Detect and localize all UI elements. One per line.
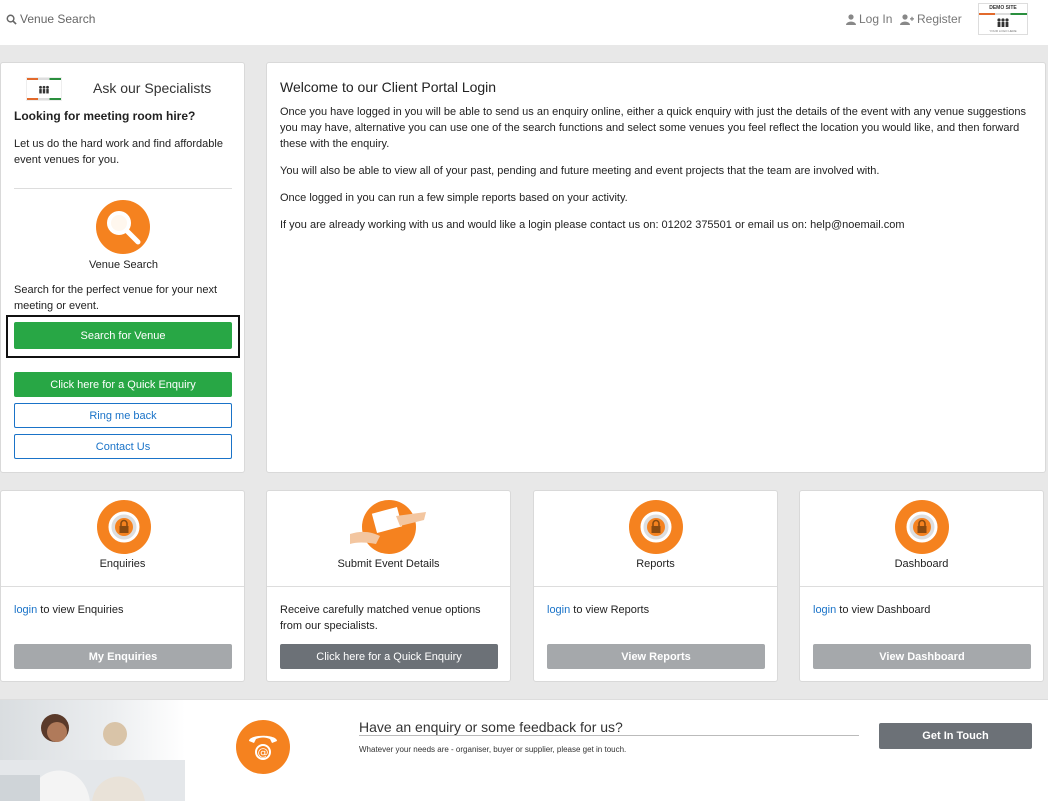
reports-badge bbox=[629, 500, 683, 554]
venue-search-label: Venue Search bbox=[88, 259, 159, 271]
lock-icon bbox=[906, 511, 938, 543]
banner-title: Have an enquiry or some feedback for us? bbox=[359, 719, 623, 735]
quick-enquiry-button[interactable]: Click here for a Quick Enquiry bbox=[14, 372, 232, 397]
search-for-venue-button[interactable]: Search for Venue bbox=[14, 322, 232, 349]
welcome-paragraph: Once you have logged in you will be able… bbox=[280, 106, 1027, 150]
venue-search-link[interactable]: Venue Search bbox=[6, 12, 95, 26]
card-header: Reports bbox=[534, 491, 777, 587]
card-text: to view Enquiries bbox=[37, 604, 124, 616]
user-icon bbox=[846, 13, 856, 25]
login-link-label: Log In bbox=[859, 12, 893, 26]
login-link[interactable]: Log In bbox=[846, 12, 892, 26]
specialists-panel: Ask our Specialists Looking for meeting … bbox=[0, 62, 245, 473]
lock-icon bbox=[640, 511, 672, 543]
contact-us-button[interactable]: Contact Us bbox=[14, 434, 232, 459]
dashboard-badge bbox=[895, 500, 949, 554]
svg-text:@: @ bbox=[258, 746, 269, 759]
submit-event-card: Submit Event Details Receive carefully m… bbox=[266, 490, 511, 682]
enquiries-badge bbox=[97, 500, 151, 554]
people-photo-illustration bbox=[0, 714, 185, 801]
welcome-paragraph: You will also be able to view all of you… bbox=[280, 165, 880, 177]
ring-me-back-button[interactable]: Ring me back bbox=[14, 403, 232, 428]
lock-icon bbox=[108, 511, 140, 543]
venue-search-link-label: Venue Search bbox=[20, 12, 96, 26]
login-link[interactable]: login bbox=[14, 604, 37, 616]
specialists-intro: Let us do the hard work and find afforda… bbox=[14, 138, 223, 166]
reports-card: Reports login to view Reports View Repor… bbox=[533, 490, 778, 682]
card-text: to view Reports bbox=[570, 604, 650, 616]
office-photo bbox=[0, 700, 185, 801]
welcome-title: Welcome to our Client Portal Login bbox=[280, 79, 497, 95]
top-navbar: Venue Search Log In Register DEMO SITE Y… bbox=[0, 0, 1048, 45]
specialists-heading: Ask our Specialists bbox=[93, 80, 212, 96]
people-icon bbox=[997, 18, 1009, 27]
dashboard-label: Dashboard bbox=[894, 558, 949, 570]
logo-stripe bbox=[979, 13, 1027, 16]
venue-search-badge[interactable] bbox=[96, 200, 150, 254]
meeting-room-question: Looking for meeting room hire? bbox=[14, 109, 196, 123]
contact-badge: @ bbox=[236, 720, 290, 774]
welcome-paragraph: If you are already working with us and w… bbox=[280, 219, 905, 231]
venue-search-description: Search for the perfect venue for your ne… bbox=[14, 284, 218, 312]
card-header: Submit Event Details bbox=[267, 491, 510, 587]
view-dashboard-button[interactable]: View Dashboard bbox=[813, 644, 1031, 669]
login-link[interactable]: login bbox=[547, 604, 570, 616]
banner-subtitle: Whatever your needs are - organiser, buy… bbox=[359, 745, 627, 754]
card-description: login to view Reports bbox=[547, 602, 767, 618]
magnifier-icon bbox=[107, 211, 141, 245]
card-header: Enquiries bbox=[1, 491, 244, 587]
submit-event-label: Submit Event Details bbox=[337, 558, 440, 570]
submit-event-badge bbox=[350, 500, 426, 554]
quick-enquiry-card-button[interactable]: Click here for a Quick Enquiry bbox=[280, 644, 498, 669]
specialists-logo bbox=[26, 77, 62, 101]
card-text: to view Dashboard bbox=[836, 604, 931, 616]
dashboard-card: Dashboard login to view Dashboard View D… bbox=[799, 490, 1044, 682]
enquiries-card: Enquiries login to view Enquiries My Enq… bbox=[0, 490, 245, 682]
view-reports-button[interactable]: View Reports bbox=[547, 644, 765, 669]
login-link[interactable]: login bbox=[813, 604, 836, 616]
phone-at-icon: @ bbox=[249, 735, 277, 760]
welcome-paragraph: Once logged in you can run a few simple … bbox=[280, 192, 628, 204]
logo-title: DEMO SITE bbox=[989, 5, 1017, 11]
reports-label: Reports bbox=[636, 558, 675, 570]
my-enquiries-button[interactable]: My Enquiries bbox=[14, 644, 232, 669]
site-logo[interactable]: DEMO SITE YOUR LOGO HERE bbox=[978, 3, 1028, 35]
card-description: login to view Dashboard bbox=[813, 602, 1033, 618]
logo-subtitle: YOUR LOGO HERE bbox=[989, 28, 1017, 33]
card-header: Dashboard bbox=[800, 491, 1043, 587]
divider bbox=[14, 188, 232, 189]
search-icon bbox=[6, 14, 17, 25]
register-link-label: Register bbox=[917, 12, 962, 26]
people-icon bbox=[39, 85, 49, 93]
enquiries-label: Enquiries bbox=[99, 558, 146, 570]
card-description: login to view Enquiries bbox=[14, 602, 234, 618]
welcome-panel: Welcome to our Client Portal Login Once … bbox=[266, 62, 1046, 473]
register-link[interactable]: Register bbox=[900, 12, 962, 26]
banner-divider bbox=[359, 735, 859, 736]
feedback-banner: @ Have an enquiry or some feedback for u… bbox=[0, 699, 1048, 801]
user-plus-icon bbox=[900, 13, 914, 25]
get-in-touch-button[interactable]: Get In Touch bbox=[879, 723, 1032, 749]
hand-document-icon bbox=[350, 506, 426, 544]
card-description: Receive carefully matched venue options … bbox=[280, 604, 481, 632]
